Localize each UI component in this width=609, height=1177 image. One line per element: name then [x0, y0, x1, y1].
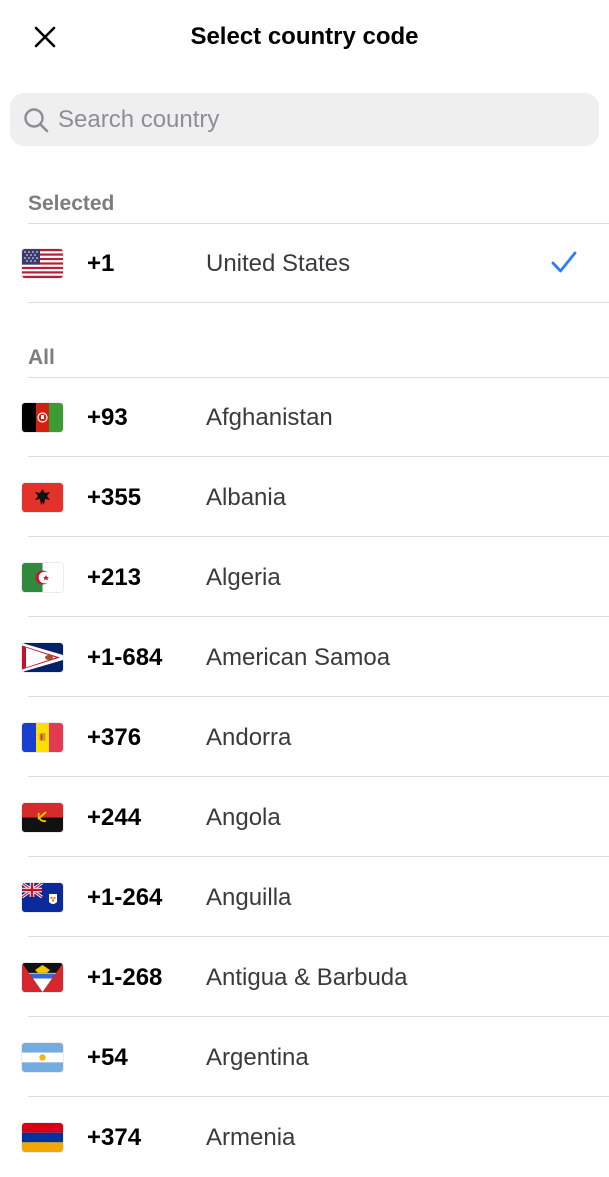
country-name: Angola	[206, 804, 281, 831]
am-flag-icon	[22, 1123, 63, 1152]
country-row-andorra[interactable]: +376 Andorra	[0, 698, 609, 777]
ai-flag-icon	[22, 883, 63, 912]
country-row-american-samoa[interactable]: +1-684 American Samoa	[0, 618, 609, 697]
section-label-all: All	[28, 346, 55, 369]
country-row-argentina[interactable]: +54 Argentina	[0, 1018, 609, 1097]
header: Select country code	[0, 0, 609, 74]
country-code: +1-684	[87, 644, 163, 671]
divider	[28, 776, 609, 777]
country-name: Andorra	[206, 724, 292, 751]
country-row-anguilla[interactable]: +1-264 Anguilla	[0, 858, 609, 937]
country-code: +355	[87, 484, 142, 511]
country-name: Afghanistan	[206, 404, 333, 431]
page-title: Select country code	[190, 23, 419, 50]
divider	[28, 1096, 609, 1097]
country-name: Albania	[206, 484, 287, 511]
country-code: +1-268	[87, 964, 163, 991]
ad-flag-icon	[22, 723, 63, 752]
country-code: +1-264	[87, 884, 163, 911]
search-input[interactable]	[58, 105, 558, 134]
divider	[28, 1016, 609, 1017]
us-flag-icon	[22, 249, 63, 278]
country-name: American Samoa	[206, 644, 391, 671]
checkmark-icon	[551, 251, 577, 273]
divider	[28, 302, 609, 303]
ar-flag-icon	[22, 1043, 63, 1072]
country-code: +93	[87, 404, 128, 431]
search-icon	[22, 106, 50, 134]
ag-flag-icon	[22, 963, 63, 992]
divider	[28, 536, 609, 537]
country-name: United States	[206, 250, 351, 277]
dz-flag-icon	[22, 563, 63, 592]
country-code: +213	[87, 564, 142, 591]
af-flag-icon	[22, 403, 63, 432]
as-flag-icon	[22, 643, 63, 672]
country-row-afghanistan[interactable]: +93 Afghanistan	[0, 378, 609, 457]
divider	[28, 616, 609, 617]
country-code: +1	[87, 250, 115, 277]
country-name: Armenia	[206, 1124, 296, 1151]
country-row-albania[interactable]: +355 Albania	[0, 458, 609, 537]
divider	[28, 456, 609, 457]
country-code: +374	[87, 1124, 142, 1151]
divider	[28, 696, 609, 697]
country-name: Antigua & Barbuda	[206, 964, 408, 991]
country-name: Argentina	[206, 1044, 309, 1071]
country-code: +244	[87, 804, 142, 831]
country-name: Algeria	[206, 564, 281, 591]
country-name: Anguilla	[206, 884, 292, 911]
country-code: +376	[87, 724, 142, 751]
divider	[28, 856, 609, 857]
country-code: +54	[87, 1044, 128, 1071]
country-row-algeria[interactable]: +213 Algeria	[0, 538, 609, 617]
al-flag-icon	[22, 483, 63, 512]
ao-flag-icon	[22, 803, 63, 832]
country-row-antigua-barbuda[interactable]: +1-268 Antigua & Barbuda	[0, 938, 609, 1017]
divider	[28, 936, 609, 937]
country-row-armenia[interactable]: +374 Armenia	[0, 1098, 609, 1177]
search-bar[interactable]	[10, 93, 599, 146]
section-label-selected: Selected	[28, 192, 115, 215]
selected-country-row[interactable]: +1 United States	[0, 224, 609, 303]
country-row-angola[interactable]: +244 Angola	[0, 778, 609, 857]
